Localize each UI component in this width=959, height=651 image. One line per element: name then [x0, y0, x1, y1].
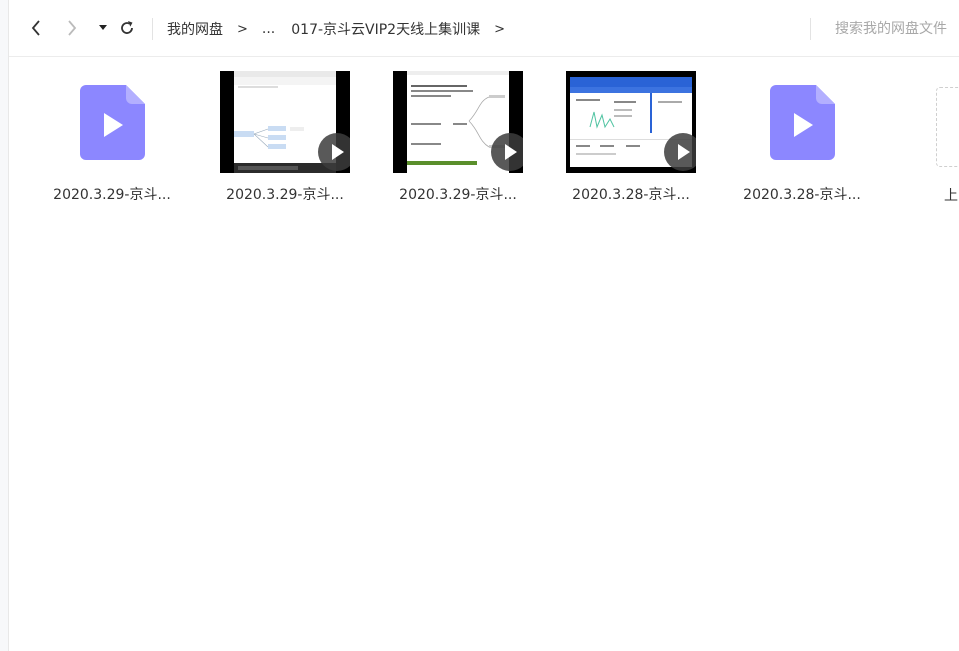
toolbar: 我的网盘 > ... 017-京斗云VIP2天线上集训课 >: [9, 0, 959, 57]
chevron-right-icon: [68, 20, 77, 36]
upload-label: 上: [944, 188, 958, 204]
play-button[interactable]: [491, 133, 523, 171]
breadcrumb-separator: >: [237, 21, 248, 37]
file-name: 2020.3.28-京斗...: [572, 187, 690, 203]
video-thumbnail: [566, 71, 696, 173]
file-item[interactable]: 2020.3.29-京斗...: [205, 56, 365, 206]
back-button[interactable]: [25, 16, 47, 40]
play-icon: [678, 144, 690, 160]
search-input[interactable]: [835, 16, 959, 42]
breadcrumb: 我的网盘 > ... 017-京斗云VIP2天线上集训课 >: [167, 18, 519, 40]
refresh-icon: [121, 21, 133, 34]
caret-down-icon: [99, 25, 107, 30]
file-name: 2020.3.28-京斗...: [743, 187, 861, 203]
breadcrumb-ellipsis[interactable]: ...: [262, 21, 275, 37]
history-dropdown-button[interactable]: [92, 16, 114, 40]
file-name: 2020.3.29-京斗...: [399, 187, 517, 203]
file-name: 2020.3.29-京斗...: [226, 187, 344, 203]
breadcrumb-current-folder[interactable]: 017-京斗云VIP2天线上集训课: [291, 19, 480, 39]
play-button[interactable]: [318, 133, 350, 171]
file-grid: 2020.3.29-京斗... 2020.3.29-京斗... 2020.3.2…: [0, 56, 959, 651]
video-thumbnail: [393, 71, 523, 173]
chevron-left-icon: [31, 20, 40, 36]
video-file-icon: [79, 84, 145, 160]
file-item[interactable]: 2020.3.28-京斗...: [722, 56, 882, 206]
file-item[interactable]: 2020.3.28-京斗...: [551, 56, 711, 206]
upload-dropzone[interactable]: [936, 87, 959, 167]
file-name: 2020.3.29-京斗...: [53, 187, 171, 203]
file-item[interactable]: 2020.3.29-京斗...: [32, 56, 192, 206]
breadcrumb-root[interactable]: 我的网盘: [167, 19, 223, 39]
breadcrumb-separator: >: [494, 21, 506, 37]
file-item[interactable]: 2020.3.29-京斗...: [378, 56, 538, 206]
search-divider: [810, 18, 811, 40]
toolbar-divider: [152, 18, 153, 40]
refresh-button[interactable]: [116, 16, 138, 40]
forward-button[interactable]: [61, 16, 83, 40]
video-file-icon: [769, 84, 835, 160]
play-button[interactable]: [664, 133, 696, 171]
video-thumbnail: [220, 71, 350, 173]
play-icon: [332, 144, 344, 160]
play-icon: [505, 144, 517, 160]
